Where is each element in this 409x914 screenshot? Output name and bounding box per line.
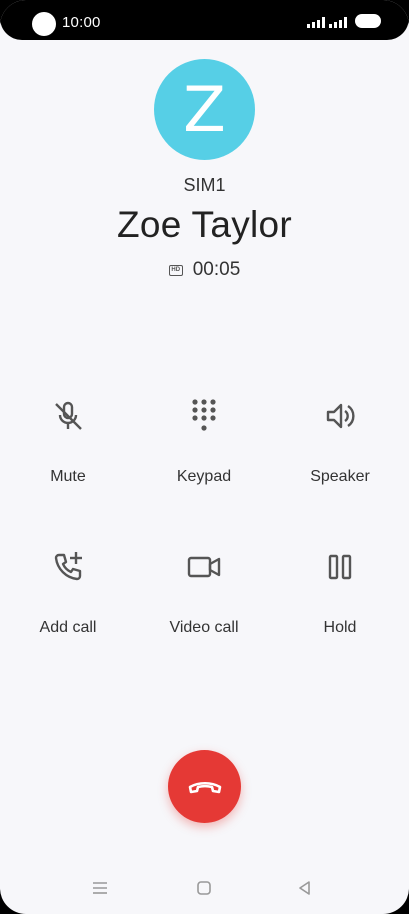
mute-label: Mute xyxy=(50,468,86,485)
back-icon xyxy=(299,881,310,895)
mute-button[interactable]: Mute xyxy=(0,398,136,508)
nav-home-button[interactable] xyxy=(192,876,216,900)
call-duration-row: HD 00:05 xyxy=(0,259,409,281)
caller-name: Zoe Taylor xyxy=(116,204,293,245)
speaker-label: Speaker xyxy=(310,468,370,485)
video-call-label: Video call xyxy=(169,619,239,636)
hd-voice-icon: HD xyxy=(168,264,183,276)
add-call-button[interactable]: Add call xyxy=(0,549,136,659)
speaker-button[interactable]: Speaker xyxy=(272,398,408,508)
keypad-label: Keypad xyxy=(176,468,232,485)
signal-icon-2 xyxy=(329,17,347,28)
sim-label: SIM1 xyxy=(183,175,226,195)
hang-up-icon xyxy=(188,781,221,793)
hold-button[interactable]: Hold xyxy=(272,549,408,659)
end-call-button[interactable] xyxy=(168,750,241,823)
video-call-button[interactable]: Video call xyxy=(136,549,272,659)
menu-icon xyxy=(93,882,107,894)
nav-back-button[interactable] xyxy=(293,876,317,900)
call-duration: 00:05 xyxy=(192,259,241,280)
status-icons xyxy=(307,14,381,28)
battery-icon xyxy=(355,14,381,28)
signal-icon xyxy=(307,17,325,28)
add-call-label: Add call xyxy=(39,619,97,636)
hold-label: Hold xyxy=(323,619,357,636)
dialpad-icon xyxy=(192,399,216,431)
camera-cutout xyxy=(32,12,56,36)
status-time: 10:00 xyxy=(62,14,101,31)
speaker-icon xyxy=(326,403,355,429)
home-icon xyxy=(197,881,211,895)
pause-icon xyxy=(328,554,352,580)
keypad-button[interactable]: Keypad xyxy=(136,398,272,508)
add-call-icon xyxy=(54,552,82,581)
call-screen: 10:00 Z SIM1 Zoe Taylor HD 00:05 Mute Ke… xyxy=(0,0,409,914)
caller-avatar: Z xyxy=(154,59,255,160)
video-camera-icon xyxy=(187,556,221,578)
nav-menu-button[interactable] xyxy=(88,876,112,900)
status-bar: 10:00 xyxy=(0,0,409,40)
mic-off-icon xyxy=(55,401,82,430)
